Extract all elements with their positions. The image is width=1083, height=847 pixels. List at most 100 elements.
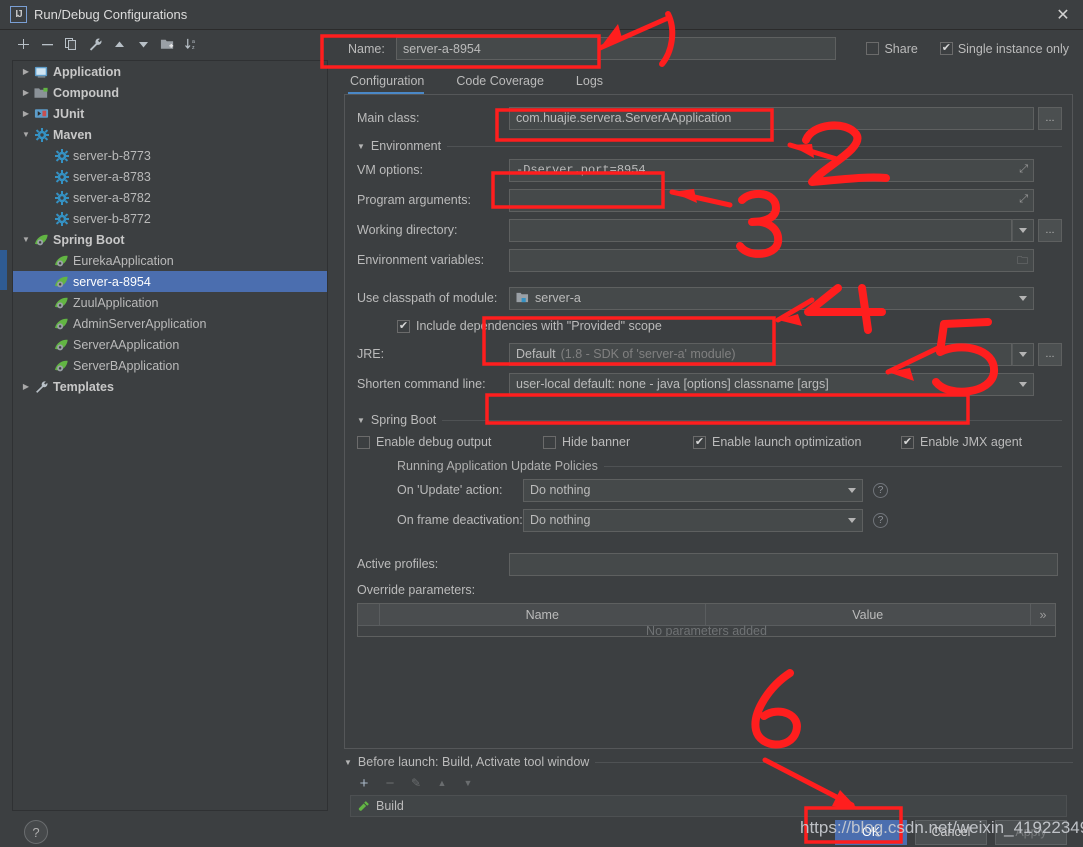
chevron-down-icon[interactable]: ▼ [19,235,33,244]
main-class-browse-button[interactable]: ... [1038,106,1062,130]
tree-item-adminserverapplication[interactable]: AdminServerApplication [13,313,327,334]
environment-variables-input[interactable]: 🗀 [509,248,1034,272]
tree-item-server-b-8772[interactable]: server-b-8772 [13,208,327,229]
use-classpath-dropdown[interactable] [1013,288,1033,309]
tree-item-serverbapplication[interactable]: ServerBApplication [13,355,327,376]
configurations-tree[interactable]: ▶ Application ▶ Compound ▶ JUnit ▼ Maven server-… [12,60,328,811]
ok-button[interactable]: OK [835,819,907,845]
tree-item-server-a-8954[interactable]: server-a-8954 [13,271,327,292]
new-folder-button[interactable] [156,33,178,55]
tree-item-eurekaapplication[interactable]: EurekaApplication [13,250,327,271]
jre-combobox[interactable]: Default (1.8 - SDK of 'server-a' module) [509,342,1012,366]
chevron-right-icon[interactable]: ▶ [19,109,33,118]
move-up-button[interactable] [108,33,130,55]
working-directory-input[interactable] [509,218,1012,242]
add-task-button[interactable]: + [356,775,372,792]
remove-configuration-button[interactable] [36,33,58,55]
enable-jmx-agent-label: Enable JMX agent [920,435,1023,449]
shorten-command-line-value: user-local default: none - java [options… [516,377,829,391]
help-button[interactable]: ? [24,820,48,844]
enable-debug-output-checkbox[interactable]: Enable debug output [357,435,543,449]
share-checkbox-box [866,42,880,55]
tree-item-maven[interactable]: ▼ Maven [13,124,327,145]
folder-icon[interactable]: 🗀 [1017,252,1028,271]
share-checkbox[interactable]: Share [866,41,918,56]
tree-item-application[interactable]: ▶ Application [13,61,327,82]
enable-jmx-agent-checkbox[interactable]: Enable JMX agent [901,435,1022,449]
on-frame-deactivation-combobox[interactable]: Do nothing [523,508,863,532]
on-update-action-help-icon[interactable]: ? [873,482,888,498]
move-down-button[interactable] [132,33,154,55]
spring-boot-group-header[interactable]: ▼ Spring Boot [357,413,1062,427]
jre-dropdown[interactable] [1012,342,1034,366]
jre-label: JRE: [357,347,385,361]
add-configuration-button[interactable] [12,33,34,55]
share-label: Share [884,41,918,56]
table-header-value: Value [706,604,1031,625]
on-frame-deactivation-help-icon[interactable]: ? [873,512,888,528]
cancel-button[interactable]: Cancel [915,819,987,845]
override-parameters-table[interactable]: Name Value » No parameters added [357,603,1056,637]
chevron-down-icon[interactable]: ▼ [19,130,33,139]
before-launch-item-build[interactable]: Build [350,795,1067,817]
environment-group-header[interactable]: ▼ Environment [357,139,1062,153]
tab-configuration[interactable]: Configuration [348,71,438,94]
header-checkboxes: Share Single instance only [850,42,1073,56]
edit-templates-wrench-icon[interactable] [84,33,106,55]
working-directory-dropdown[interactable] [1012,218,1034,242]
expand-icon[interactable]: ⤢ [1019,193,1028,206]
spring-boot-icon [53,358,70,374]
use-classpath-row: Use classpath of module: server-a [351,283,1062,313]
name-input[interactable] [396,37,836,60]
on-update-action-combobox[interactable]: Do nothing [523,478,863,502]
close-icon[interactable]: ✕ [1049,3,1077,27]
on-frame-deactivation-dropdown[interactable] [842,510,862,531]
apply-button[interactable]: Apply [995,819,1067,845]
tree-toolbar: az [0,30,334,58]
active-profiles-input[interactable] [509,552,1058,576]
table-header-more-button[interactable]: » [1031,604,1055,625]
enable-launch-optimization-label: Enable launch optimization [712,435,862,449]
dialog-footer: ? OK Cancel Apply [0,817,1083,847]
compound-icon [33,85,50,101]
chevron-right-icon[interactable]: ▶ [19,67,33,76]
main-class-input[interactable]: com.huajie.servera.ServerAApplication [509,106,1034,130]
working-directory-browse-button[interactable]: ... [1038,218,1062,242]
tree-item-server-a-8782[interactable]: server-a-8782 [13,187,327,208]
chevron-right-icon[interactable]: ▶ [19,382,33,391]
chevron-right-icon[interactable]: ▶ [19,88,33,97]
move-task-up-button: ▲ [437,778,447,788]
tree-item-serveraapplication[interactable]: ServerAApplication [13,334,327,355]
copy-configuration-button[interactable] [60,33,82,55]
editor-tabs: Configuration Code Coverage Logs [334,66,1073,94]
tree-item-junit[interactable]: ▶ JUnit [13,103,327,124]
hide-banner-checkbox[interactable]: Hide banner [543,435,693,449]
update-policies-group-header: Running Application Update Policies [397,459,1062,473]
shorten-command-line-row: Shorten command line: user-local default… [351,369,1062,399]
single-instance-checkbox[interactable]: Single instance only [939,42,1069,56]
enable-launch-optimization-checkbox[interactable]: Enable launch optimization [693,435,901,449]
jre-browse-button[interactable]: ... [1038,342,1062,366]
tree-item-zuulapplication[interactable]: ZuulApplication [13,292,327,313]
shorten-command-line-dropdown[interactable] [1013,374,1033,395]
tree-item-server-a-8783[interactable]: server-a-8783 [13,166,327,187]
name-label: Name: [348,41,385,56]
tree-item-spring-boot[interactable]: ▼ Spring Boot [13,229,327,250]
tab-logs[interactable]: Logs [574,71,617,94]
jre-hint: (1.8 - SDK of 'server-a' module) [560,347,736,361]
tree-item-server-b-8773[interactable]: server-b-8773 [13,145,327,166]
tree-item-templates[interactable]: ▶ Templates [13,376,327,397]
build-label: Build [376,799,404,813]
include-provided-checkbox[interactable]: Include dependencies with "Provided" sco… [397,319,662,333]
tree-item-compound[interactable]: ▶ Compound [13,82,327,103]
tab-code-coverage[interactable]: Code Coverage [454,71,558,94]
shorten-command-line-combobox[interactable]: user-local default: none - java [options… [509,372,1034,396]
use-classpath-combobox[interactable]: server-a [509,286,1034,310]
vm-options-input[interactable]: -Dserver.port=8954 ⤢ [509,158,1034,182]
program-arguments-input[interactable]: ⤢ [509,188,1034,212]
expand-icon[interactable]: ⤢ [1019,163,1028,176]
on-update-action-dropdown[interactable] [842,480,862,501]
before-launch-header[interactable]: ▼ Before launch: Build, Activate tool wi… [344,755,1073,769]
sort-az-icon[interactable]: az [180,33,202,55]
chevron-down-icon [848,517,856,523]
